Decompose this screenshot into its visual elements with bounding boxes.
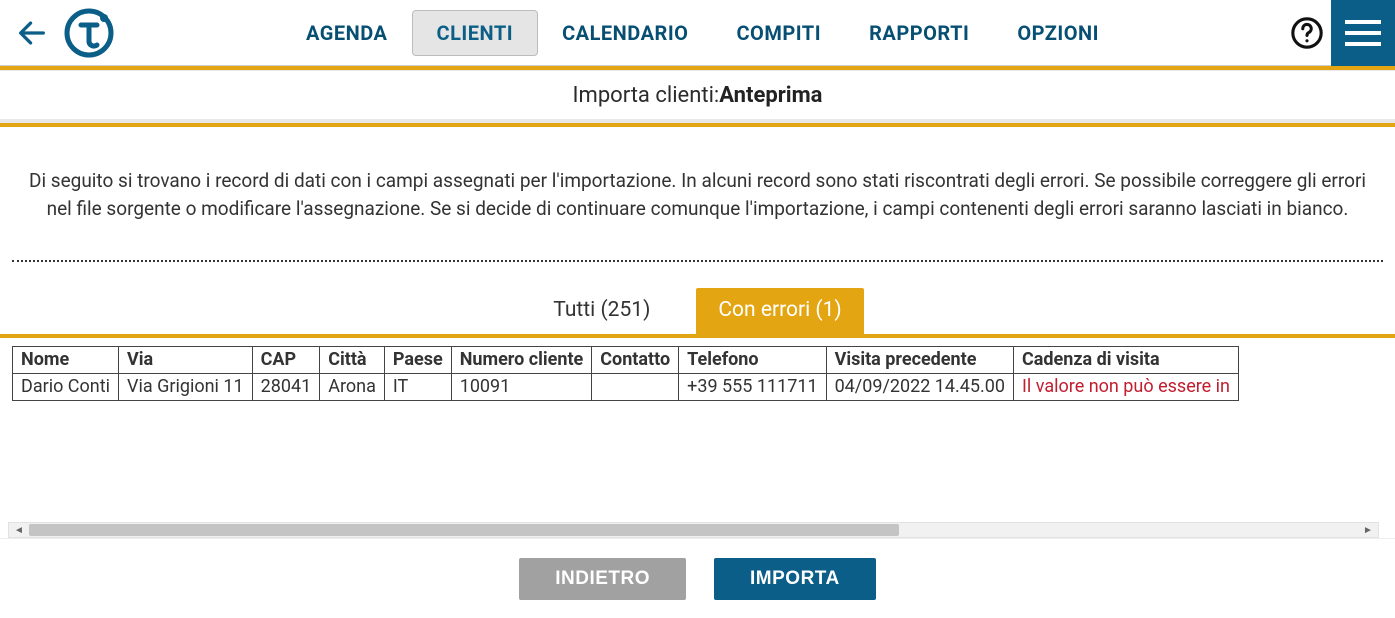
arrow-left-icon	[15, 16, 49, 50]
content-area: Di seguito si trovano i record di dati c…	[0, 120, 1395, 618]
hamburger-icon	[1345, 18, 1381, 48]
col-cadenza: Cadenza di visita	[1014, 347, 1239, 374]
cell-visita: 04/09/2022 14.45.00	[826, 374, 1013, 401]
import-button[interactable]: IMPORTA	[714, 558, 876, 600]
cell-citta: Arona	[320, 374, 385, 401]
back-step-button[interactable]: INDIETRO	[519, 558, 686, 600]
col-cap: CAP	[252, 347, 320, 374]
cell-contatto	[592, 374, 679, 401]
dashed-divider	[12, 260, 1383, 262]
col-visita: Visita precedente	[826, 347, 1013, 374]
cell-nrcli: 10091	[451, 374, 592, 401]
help-icon	[1290, 16, 1324, 50]
tab-agenda[interactable]: AGENDA	[282, 11, 412, 55]
back-button[interactable]	[8, 9, 56, 57]
filter-tab-errors[interactable]: Con errori (1)	[696, 288, 863, 334]
scroll-right-arrow-icon[interactable]: ►	[1360, 523, 1376, 537]
cell-nome: Dario Conti	[13, 374, 119, 401]
main-scroll[interactable]: Di seguito si trovano i record di dati c…	[0, 127, 1395, 538]
logo-icon	[64, 8, 114, 58]
table-row[interactable]: Dario Conti Via Grigioni 11 28041 Arona …	[13, 374, 1239, 401]
tab-clienti[interactable]: CLIENTI	[412, 10, 539, 56]
footer-bar: INDIETRO IMPORTA	[0, 538, 1395, 618]
intro-paragraph: Di seguito si trovano i record di dati c…	[0, 127, 1395, 260]
tab-opzioni[interactable]: OPZIONI	[993, 11, 1123, 55]
nav-tabs: AGENDA CLIENTI CALENDARIO COMPITI RAPPOR…	[162, 10, 1283, 56]
cell-telefono: +39 555 111711	[679, 374, 826, 401]
page-title-current: Anteprima	[719, 83, 822, 108]
preview-table: Nome Via CAP Città Paese Numero cliente …	[12, 346, 1239, 401]
menu-button[interactable]	[1331, 0, 1395, 66]
cell-cadenza: Il valore non può essere in	[1014, 374, 1239, 401]
cell-via: Via Grigioni 11	[119, 374, 253, 401]
filter-tab-all[interactable]: Tutti (251)	[531, 288, 672, 334]
cell-paese: IT	[384, 374, 451, 401]
filter-bar: Tutti (251) Con errori (1)	[0, 288, 1395, 338]
page-title-prefix: Importa clienti:	[573, 83, 720, 108]
col-telefono: Telefono	[679, 347, 826, 374]
horizontal-scrollbar[interactable]: ◄ ►	[8, 522, 1379, 538]
col-contatto: Contatto	[592, 347, 679, 374]
top-nav: AGENDA CLIENTI CALENDARIO COMPITI RAPPOR…	[0, 0, 1395, 66]
app-logo	[64, 8, 114, 58]
scroll-left-arrow-icon[interactable]: ◄	[11, 523, 27, 537]
cell-cap: 28041	[252, 374, 320, 401]
tab-compiti[interactable]: COMPITI	[712, 11, 845, 55]
scroll-thumb[interactable]	[29, 524, 899, 536]
col-citta: Città	[320, 347, 385, 374]
col-via: Via	[119, 347, 253, 374]
col-nrcli: Numero cliente	[451, 347, 592, 374]
page-title-strip: Importa clienti: Anteprima	[0, 70, 1395, 120]
col-nome: Nome	[13, 347, 119, 374]
tab-rapporti[interactable]: RAPPORTI	[845, 11, 993, 55]
table-header-row: Nome Via CAP Città Paese Numero cliente …	[13, 347, 1239, 374]
help-button[interactable]	[1283, 0, 1331, 66]
col-paese: Paese	[384, 347, 451, 374]
tab-calendario[interactable]: CALENDARIO	[538, 11, 712, 55]
